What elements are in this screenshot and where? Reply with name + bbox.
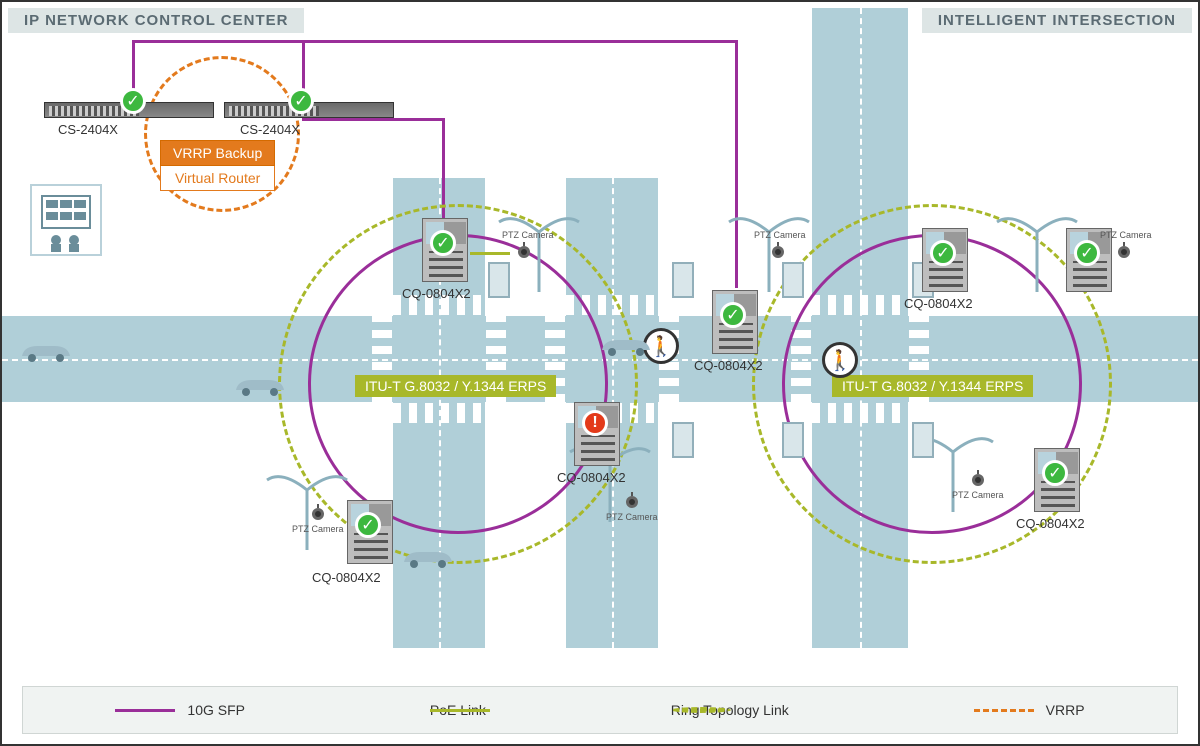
status-ok-icon: ✓ — [1074, 240, 1100, 266]
traffic-cabinet — [912, 422, 934, 458]
sfp-link — [132, 40, 738, 43]
device-label: CQ-0804X2 — [904, 296, 973, 311]
status-ok-icon: ✓ — [930, 240, 956, 266]
pedestrian-walk-icon: 🚶 — [822, 342, 858, 378]
status-ok-icon: ✓ — [720, 302, 746, 328]
legend-swatch-vrrp — [974, 709, 1034, 712]
legend-item-sfp: 10G SFP — [115, 702, 245, 718]
ptz-label: PTZ Camera — [502, 230, 554, 240]
virtual-router-label: Virtual Router — [160, 166, 275, 191]
status-ok-icon: ✓ — [120, 88, 146, 114]
ptz-label: PTZ Camera — [292, 524, 344, 534]
header-left: IP NETWORK CONTROL CENTER — [8, 8, 304, 33]
ptz-camera-icon — [514, 240, 534, 260]
ptz-label: PTZ Camera — [1100, 230, 1152, 240]
noc-icon — [36, 192, 96, 252]
erps-label-left: ITU-T G.8032 / Y.1344 ERPS — [355, 375, 556, 397]
vrrp-label-box: VRRP Backup Virtual Router — [160, 140, 275, 191]
legend-item-poe: PoE Link — [430, 702, 486, 718]
header-right: INTELLIGENT INTERSECTION — [922, 8, 1192, 33]
poe-link — [470, 252, 510, 255]
status-ok-icon: ✓ — [1042, 460, 1068, 486]
legend-swatch-sfp — [115, 709, 175, 712]
ptz-camera-icon — [768, 240, 788, 260]
status-ok-icon: ✓ — [355, 512, 381, 538]
status-ok-icon: ✓ — [430, 230, 456, 256]
legend-swatch-poe — [430, 709, 490, 712]
device-label: CQ-0804X2 — [402, 286, 471, 301]
ptz-camera-icon — [308, 502, 328, 522]
rack-label-right: CS-2404X — [240, 122, 300, 137]
ptz-camera-icon — [622, 490, 642, 510]
car-icon — [400, 544, 456, 570]
legend-label-sfp: 10G SFP — [187, 702, 245, 718]
device-label: CQ-0804X2 — [694, 358, 763, 373]
rack-label-left: CS-2404X — [58, 122, 118, 137]
legend-label-vrrp: VRRP — [1046, 702, 1085, 718]
ptz-label: PTZ Camera — [754, 230, 806, 240]
ptz-label: PTZ Camera — [606, 512, 658, 522]
traffic-cabinet — [672, 262, 694, 298]
sfp-link — [302, 118, 445, 121]
legend: 10G SFP PoE Link Ring Topology Link VRRP — [22, 686, 1178, 734]
ptz-camera-icon — [1114, 240, 1134, 260]
diagram-canvas: IP NETWORK CONTROL CENTER INTELLIGENT IN… — [0, 0, 1200, 746]
status-ok-icon: ✓ — [288, 88, 314, 114]
ptz-camera-icon — [968, 468, 988, 488]
car-icon — [232, 372, 288, 398]
traffic-cabinet — [782, 262, 804, 298]
traffic-cabinet — [488, 262, 510, 298]
vrrp-backup-label: VRRP Backup — [160, 140, 275, 166]
legend-swatch-ring — [671, 707, 731, 713]
device-label: CQ-0804X2 — [312, 570, 381, 585]
car-icon — [598, 332, 654, 358]
ptz-label: PTZ Camera — [952, 490, 1004, 500]
erps-label-right: ITU-T G.8032 / Y.1344 ERPS — [832, 375, 1033, 397]
traffic-cabinet — [782, 422, 804, 458]
legend-item-vrrp: VRRP — [974, 702, 1085, 718]
device-label: CQ-0804X2 — [557, 470, 626, 485]
traffic-cabinet — [672, 422, 694, 458]
status-alert-icon: ! — [582, 410, 608, 436]
streetlight-icon — [262, 460, 352, 550]
car-icon — [18, 338, 74, 364]
device-label: CQ-0804X2 — [1016, 516, 1085, 531]
legend-item-ring: Ring Topology Link — [671, 702, 789, 718]
